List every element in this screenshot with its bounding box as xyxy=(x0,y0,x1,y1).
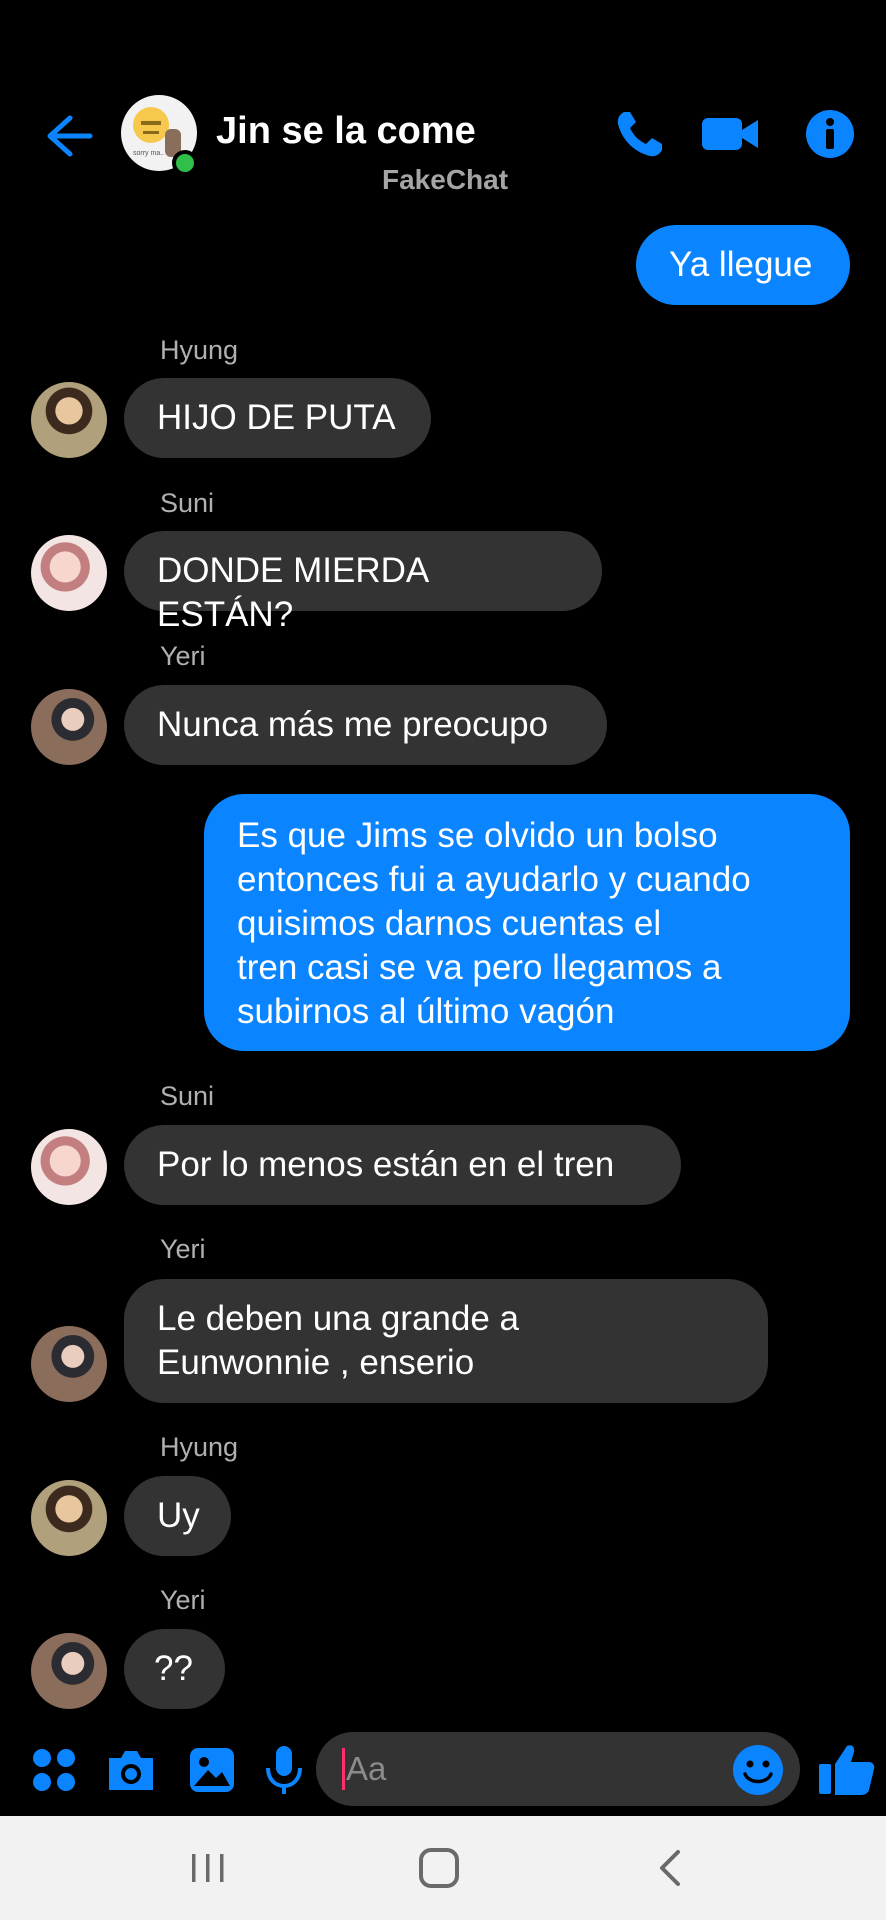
sender-name: Hyung xyxy=(160,1432,239,1462)
sender-name: Hyung xyxy=(160,335,239,365)
recent-apps-icon[interactable] xyxy=(180,1846,236,1890)
message-text: Por lo menos están en el tren xyxy=(157,1145,615,1184)
back-arrow-icon[interactable] xyxy=(40,108,96,164)
message-line: subirnos al último vagón xyxy=(237,992,615,1031)
avatar-yeri[interactable] xyxy=(31,689,107,765)
message-incoming[interactable]: Le deben una grande a Eunwonnie , enseri… xyxy=(124,1279,768,1403)
message-line: Le deben una grande a xyxy=(157,1299,519,1338)
message-line: tren casi se va pero llegamos a xyxy=(237,948,722,987)
avatar-hyung[interactable] xyxy=(31,1480,107,1556)
group-avatar-caption: sorry ma.. xyxy=(133,150,164,157)
chat-title[interactable]: Jin se la come xyxy=(216,110,476,153)
avatar-suni[interactable] xyxy=(31,1129,107,1205)
message-text: Nunca más me preocupo xyxy=(157,705,549,744)
message-line: Eunwonnie , enserio xyxy=(157,1343,475,1382)
message-incoming[interactable]: ?? xyxy=(124,1629,225,1709)
sender-name: Yeri xyxy=(160,1234,206,1264)
message-input-placeholder: Aa xyxy=(346,1750,387,1787)
message-line: quisimos darnos cuentas el xyxy=(237,904,662,943)
video-camera-icon[interactable] xyxy=(700,104,760,164)
message-line: Es que Jims se olvido un bolso xyxy=(237,816,718,855)
message-text: HIJO DE PUTA xyxy=(157,398,396,437)
message-text: DONDE MIERDA ESTÁN? xyxy=(157,551,428,634)
info-icon[interactable] xyxy=(800,104,860,164)
watermark: FakeChat xyxy=(382,164,509,195)
message-text: Uy xyxy=(157,1496,200,1535)
sender-name: Yeri xyxy=(160,1585,206,1615)
gallery-icon[interactable] xyxy=(184,1742,240,1798)
apps-grid-icon[interactable] xyxy=(26,1742,82,1798)
message-input[interactable]: Aa xyxy=(316,1732,800,1806)
emoji-icon[interactable] xyxy=(730,1742,786,1798)
microphone-icon[interactable] xyxy=(256,1742,312,1798)
message-incoming[interactable]: Por lo menos están en el tren xyxy=(124,1125,681,1205)
sender-name: Yeri xyxy=(160,641,206,671)
avatar-yeri[interactable] xyxy=(31,1326,107,1402)
message-incoming[interactable]: Nunca más me preocupo xyxy=(124,685,607,765)
online-indicator xyxy=(172,150,198,176)
message-text: ?? xyxy=(154,1649,193,1688)
message-outgoing[interactable]: Ya llegue xyxy=(636,225,850,305)
message-outgoing[interactable]: Es que Jims se olvido un bolso entonces … xyxy=(204,794,850,1051)
sender-name: Suni xyxy=(160,1081,215,1111)
system-nav-bar xyxy=(0,1816,886,1920)
message-text: Ya llegue xyxy=(669,245,813,284)
avatar-yeri[interactable] xyxy=(31,1633,107,1709)
chat-header: sorry ma.. Jin se la come FakeChat xyxy=(0,0,886,210)
home-icon[interactable] xyxy=(415,1844,463,1892)
like-thumb-icon[interactable] xyxy=(815,1738,877,1800)
text-caret xyxy=(342,1748,345,1790)
message-incoming[interactable]: DONDE MIERDA ESTÁN? xyxy=(124,531,602,634)
message-line: entonces fui a ayudarlo y cuando xyxy=(237,860,751,899)
avatar-hyung[interactable] xyxy=(31,382,107,458)
avatar-suni[interactable] xyxy=(31,535,107,611)
camera-icon[interactable] xyxy=(103,1742,159,1798)
message-incoming[interactable]: HIJO DE PUTA xyxy=(124,378,431,458)
back-icon[interactable] xyxy=(650,1844,694,1892)
message-incoming[interactable]: Uy xyxy=(124,1476,231,1556)
phone-icon[interactable] xyxy=(610,104,670,164)
sender-name: Suni xyxy=(160,488,215,518)
